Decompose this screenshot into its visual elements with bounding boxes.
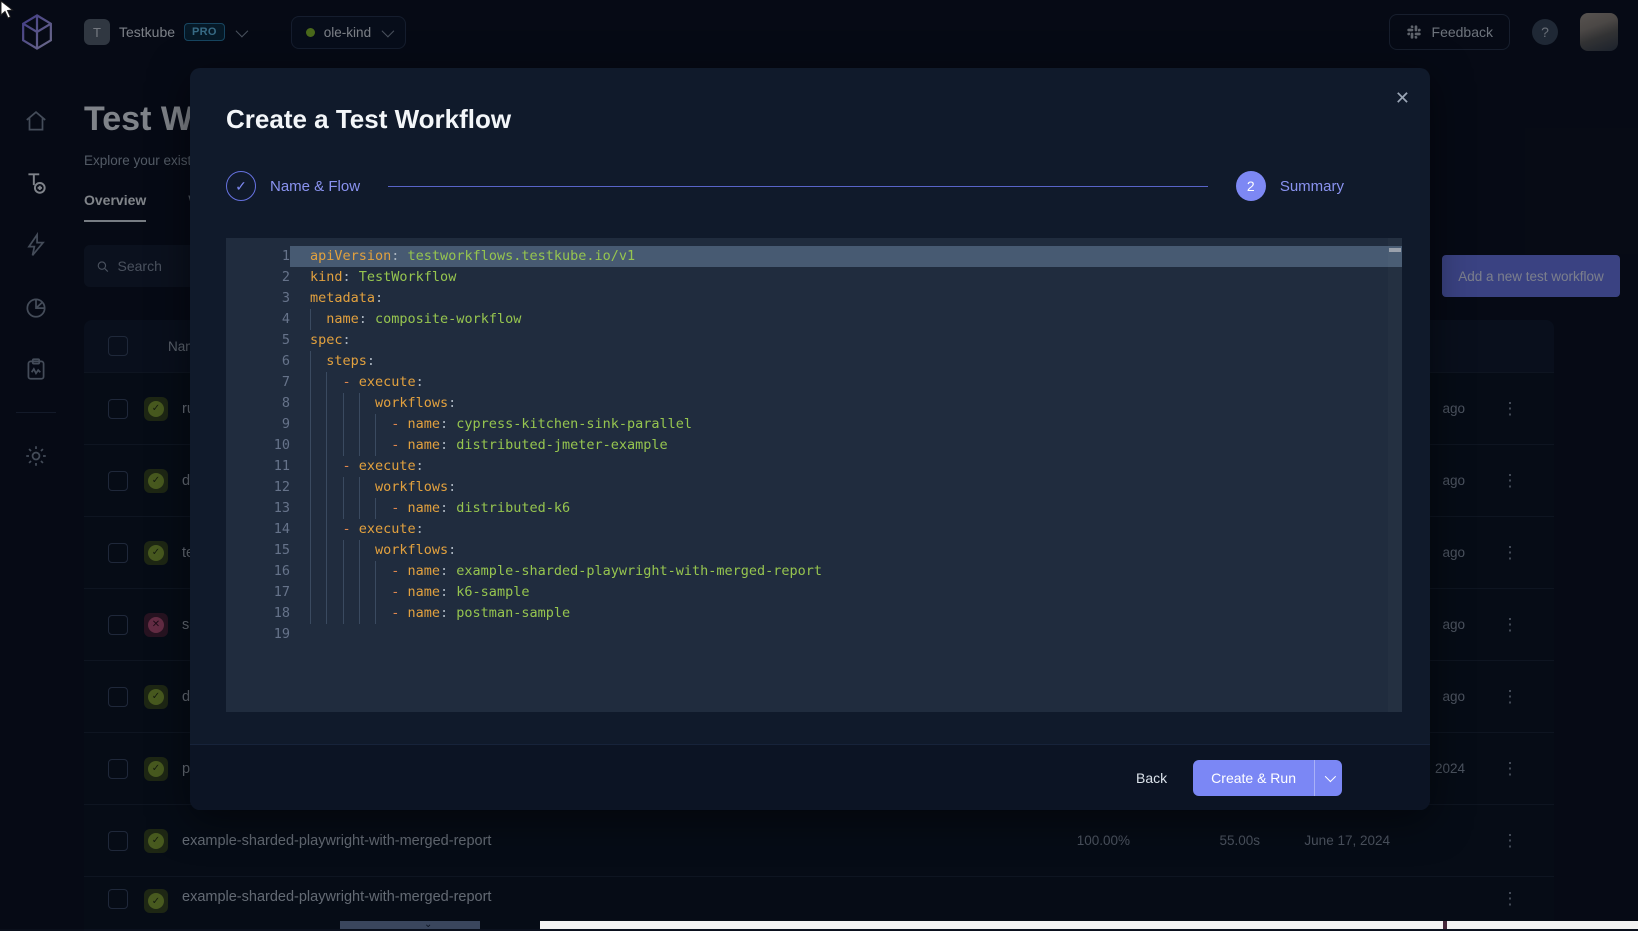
line-number: 8 [226,393,290,414]
code-line: - name: distributed-jmeter-example [290,435,1402,456]
create-options-chevron-button[interactable] [1314,760,1342,796]
line-number: 11 [226,456,290,477]
scrollbar-caret-mark: ⌄ [424,919,432,930]
horizontal-scrollbar-thumb[interactable] [340,921,480,929]
app-root: T Testkube PRO ole-kind Feedback ? [0,0,1638,929]
scrollbar-tick [1443,921,1447,929]
code-line: workflows: [290,540,1402,561]
line-number: 15 [226,540,290,561]
line-number: 2 [226,267,290,288]
line-number: 13 [226,498,290,519]
line-number: 1 [226,246,290,267]
line-number: 17 [226,582,290,603]
code-line: - name: cypress-kitchen-sink-parallel [290,414,1402,435]
line-number: 7 [226,372,290,393]
code-line: - name: example-sharded-playwright-with-… [290,561,1402,582]
create-test-workflow-modal: Create a Test Workflow ✕ ✓ Name & Flow 2… [190,68,1430,810]
code-line: - execute: [290,519,1402,540]
code-line: steps: [290,351,1402,372]
back-button[interactable]: Back [1136,770,1167,786]
code-line: - execute: [290,372,1402,393]
code-line: workflows: [290,393,1402,414]
line-number: 9 [226,414,290,435]
editor-code-area: apiVersion: testworkflows.testkube.io/v1… [290,238,1402,712]
create-and-run-button[interactable]: Create & Run [1193,760,1314,796]
stepper: ✓ Name & Flow 2 Summary [226,168,1344,204]
modal-footer: Back Create & Run [190,744,1430,810]
line-number: 5 [226,330,290,351]
chevron-down-icon [1324,770,1335,781]
stepper-connector [388,186,1208,187]
code-line: spec: [290,330,1402,351]
modal-title: Create a Test Workflow [226,104,511,135]
code-line: - execute: [290,456,1402,477]
editor-scrollbar-thumb[interactable] [1389,248,1401,252]
step-number: 2 [1236,171,1266,201]
close-icon[interactable]: ✕ [1395,88,1410,109]
line-number: 6 [226,351,290,372]
step-label: Name & Flow [270,178,360,195]
editor-line-numbers: 12345678910111213141516171819 [226,238,290,712]
step-label: Summary [1280,178,1344,195]
line-number: 12 [226,477,290,498]
line-number: 4 [226,309,290,330]
code-line: apiVersion: testworkflows.testkube.io/v1 [290,246,1402,267]
code-line: - name: postman-sample [290,603,1402,624]
code-line [290,624,1402,645]
line-number: 10 [226,435,290,456]
line-number: 16 [226,561,290,582]
step-summary[interactable]: 2 Summary [1236,171,1344,201]
yaml-code-editor[interactable]: 12345678910111213141516171819 apiVersion… [226,238,1402,712]
line-number: 14 [226,519,290,540]
code-line: metadata: [290,288,1402,309]
create-and-run-split-button: Create & Run [1193,760,1342,796]
line-number: 19 [226,624,290,645]
code-line: kind: TestWorkflow [290,267,1402,288]
code-line: - name: distributed-k6 [290,498,1402,519]
line-number: 18 [226,603,290,624]
step-name-and-flow[interactable]: ✓ Name & Flow [226,171,360,201]
step-done-check-icon: ✓ [226,171,256,201]
mouse-cursor-icon [0,0,18,20]
horizontal-scrollbar-track[interactable] [540,921,1638,929]
editor-scrollbar[interactable] [1388,238,1402,712]
code-line: name: composite-workflow [290,309,1402,330]
line-number: 3 [226,288,290,309]
code-line: workflows: [290,477,1402,498]
code-line: - name: k6-sample [290,582,1402,603]
